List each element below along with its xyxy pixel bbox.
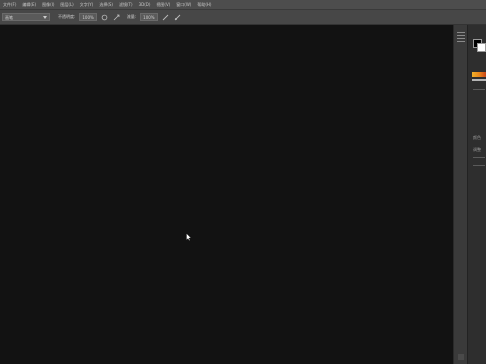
menu-file[interactable]: 文件(F) xyxy=(0,0,19,9)
pressure-size-icon[interactable] xyxy=(174,13,182,21)
mouse-cursor-icon xyxy=(186,233,192,241)
background-color-icon[interactable] xyxy=(477,43,486,52)
panel-tab-adjustments[interactable]: 调整 xyxy=(473,147,481,153)
menu-view[interactable]: 视图(V) xyxy=(153,0,173,9)
menu-3d[interactable]: 3D(D) xyxy=(136,0,154,9)
options-bar: 画笔 不透明度: 100% 流量: 100% xyxy=(0,10,486,25)
menu-type[interactable]: 文字(Y) xyxy=(77,0,97,9)
panel-tab-color[interactable]: 颜色 xyxy=(473,135,481,141)
panel-divider xyxy=(473,165,485,166)
menu-image[interactable]: 图像(I) xyxy=(39,0,57,9)
collapsed-panel-strip xyxy=(453,25,467,364)
opacity-label: 不透明度: xyxy=(58,14,76,19)
menu-help[interactable]: 帮助(H) xyxy=(194,0,214,9)
panel-divider xyxy=(473,157,485,158)
menu-select[interactable]: 选择(S) xyxy=(96,0,116,9)
color-swatch-chip[interactable] xyxy=(473,39,486,53)
flow-label: 流量: xyxy=(126,14,137,19)
airbrush-toggle-icon[interactable] xyxy=(162,13,170,21)
right-panel-dock: 颜色 调整 xyxy=(467,25,486,364)
color-spectrum-bar[interactable] xyxy=(472,72,486,77)
panel-menu-icon[interactable] xyxy=(457,32,465,42)
menu-bar: 文件(F) 编辑(E) 图像(I) 图层(L) 文字(Y) 选择(S) 滤镜(T… xyxy=(0,0,486,10)
opacity-input[interactable]: 100% xyxy=(79,13,97,21)
document-canvas[interactable] xyxy=(0,25,453,364)
menu-filter[interactable]: 滤镜(T) xyxy=(116,0,136,9)
menu-window[interactable]: 窗口(W) xyxy=(173,0,194,9)
flow-input[interactable]: 100% xyxy=(140,13,158,21)
color-slider[interactable] xyxy=(472,79,486,81)
pressure-icon[interactable] xyxy=(101,13,109,21)
brush-preset-picker[interactable]: 画笔 xyxy=(2,13,50,21)
strip-scroll-handle[interactable] xyxy=(458,354,464,360)
panel-divider xyxy=(473,89,485,90)
menu-layer[interactable]: 图层(L) xyxy=(57,0,76,9)
menu-edit[interactable]: 编辑(E) xyxy=(19,0,39,9)
airbrush-icon[interactable] xyxy=(113,13,121,21)
